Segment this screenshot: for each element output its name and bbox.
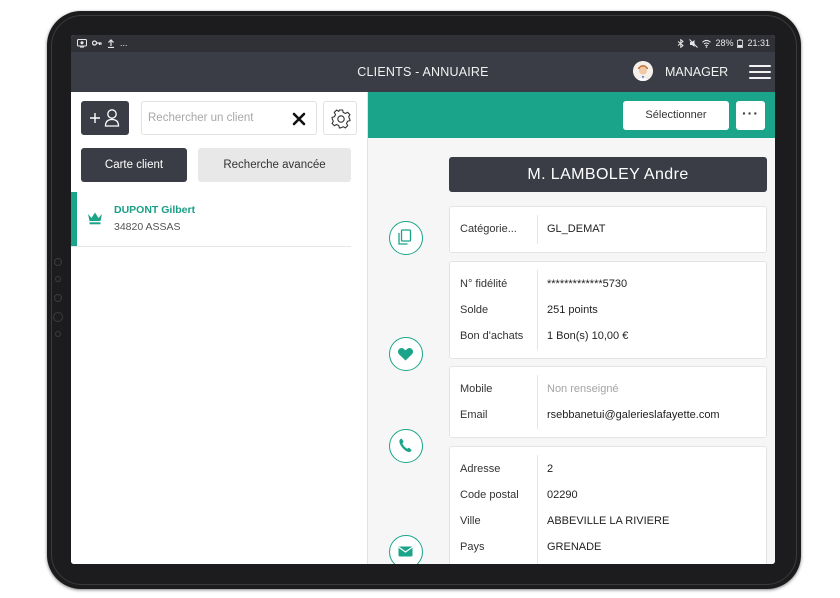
- user-avatar-icon: [633, 61, 653, 81]
- app-header: CLIENTS - ANNUAIRE MANAGER: [71, 52, 775, 92]
- mobile-row: Mobile Non renseigné: [460, 383, 619, 395]
- city-row: Ville ABBEVILLE LA RIVIERE: [460, 515, 670, 527]
- user-name[interactable]: MANAGER: [665, 65, 728, 79]
- bluetooth-icon: [678, 38, 685, 48]
- avatar[interactable]: [633, 61, 653, 81]
- tab-client-card[interactable]: Carte client: [81, 148, 187, 182]
- heart-icon: [397, 347, 414, 361]
- more-notifications: ...: [120, 38, 128, 48]
- address-card: Adresse 2 Code postal 02290 Ville ABBEVI…: [449, 446, 767, 564]
- sensor-dot: [54, 294, 62, 302]
- sensor-dot: [54, 258, 62, 266]
- detail-content[interactable]: M. LAMBOLEY Andre Catégorie... GL_DEMAT: [368, 138, 775, 564]
- clock: 21:31: [747, 38, 770, 48]
- key-icon: [92, 40, 102, 46]
- loyalty-number-row: N° fidélité *************5730: [460, 278, 628, 290]
- balance-row: Solde 251 points: [460, 304, 598, 316]
- hamburger-menu-icon[interactable]: [749, 63, 771, 81]
- client-list-pane: Carte client Recherche avancée DUPONT Gi…: [71, 92, 367, 564]
- street-row: Adresse 2: [460, 463, 554, 475]
- contact-card: Mobile Non renseigné Email rsebbanetui@g…: [449, 366, 767, 438]
- client-name: DUPONT Gilbert: [114, 204, 196, 216]
- envelope-icon: [398, 546, 413, 557]
- category-card: Catégorie... GL_DEMAT: [449, 206, 767, 253]
- list-item[interactable]: DUPONT Gilbert 34820 ASSAS: [71, 192, 351, 247]
- screen-icon: [77, 38, 87, 48]
- upload-icon: [108, 38, 114, 48]
- phone-icon: [399, 438, 412, 453]
- loyalty-section-icon: [389, 337, 423, 371]
- client-city: 34820 ASSAS: [114, 221, 181, 233]
- battery-percent: 28%: [715, 38, 734, 48]
- contact-section-icon: [389, 429, 423, 463]
- search-input[interactable]: [148, 102, 288, 134]
- address-section-icon: [389, 535, 423, 564]
- email-row[interactable]: Email rsebbanetui@galerieslafayette.com: [450, 406, 768, 426]
- client-detail-pane: Sélectionner ··· M. LAMBOLEY Andre Catég…: [367, 92, 775, 564]
- sensor-dot: [55, 276, 61, 282]
- sensor-dot: [55, 331, 61, 337]
- app-screen: ... 28% 21:31 CLIENTS - ANNUAIRE MANAGER: [71, 35, 775, 564]
- search-settings-button[interactable]: [323, 101, 357, 135]
- add-client-button[interactable]: [81, 101, 129, 135]
- loyalty-card: N° fidélité *************5730 Solde 251 …: [449, 261, 767, 359]
- tab-advanced-search[interactable]: Recherche avancée: [198, 148, 351, 182]
- postal-code-row: Code postal 02290: [460, 489, 578, 501]
- selected-indicator: [71, 192, 77, 246]
- detail-toolbar: Sélectionner ···: [368, 92, 775, 138]
- search-box: [141, 101, 317, 135]
- category-row: Catégorie... GL_DEMAT: [460, 223, 606, 235]
- add-user-icon: [90, 109, 120, 127]
- wifi-icon: [702, 39, 712, 48]
- crown-icon: [88, 212, 102, 225]
- clear-search-icon[interactable]: [292, 112, 306, 126]
- country-row: Pays GRENADE: [460, 541, 602, 553]
- client-full-name: M. LAMBOLEY Andre: [449, 157, 767, 192]
- category-section-icon: [389, 221, 423, 255]
- vouchers-row: Bon d'achats 1 Bon(s) 10,00 €: [460, 330, 629, 342]
- battery-icon: [737, 38, 744, 48]
- gear-icon: [331, 109, 351, 129]
- mute-icon: [689, 38, 699, 48]
- camera-icon: [53, 312, 63, 322]
- copy-icon: [398, 229, 412, 245]
- select-button[interactable]: Sélectionner: [623, 101, 729, 130]
- more-options-button[interactable]: ···: [736, 101, 765, 130]
- status-bar: ... 28% 21:31: [71, 35, 775, 52]
